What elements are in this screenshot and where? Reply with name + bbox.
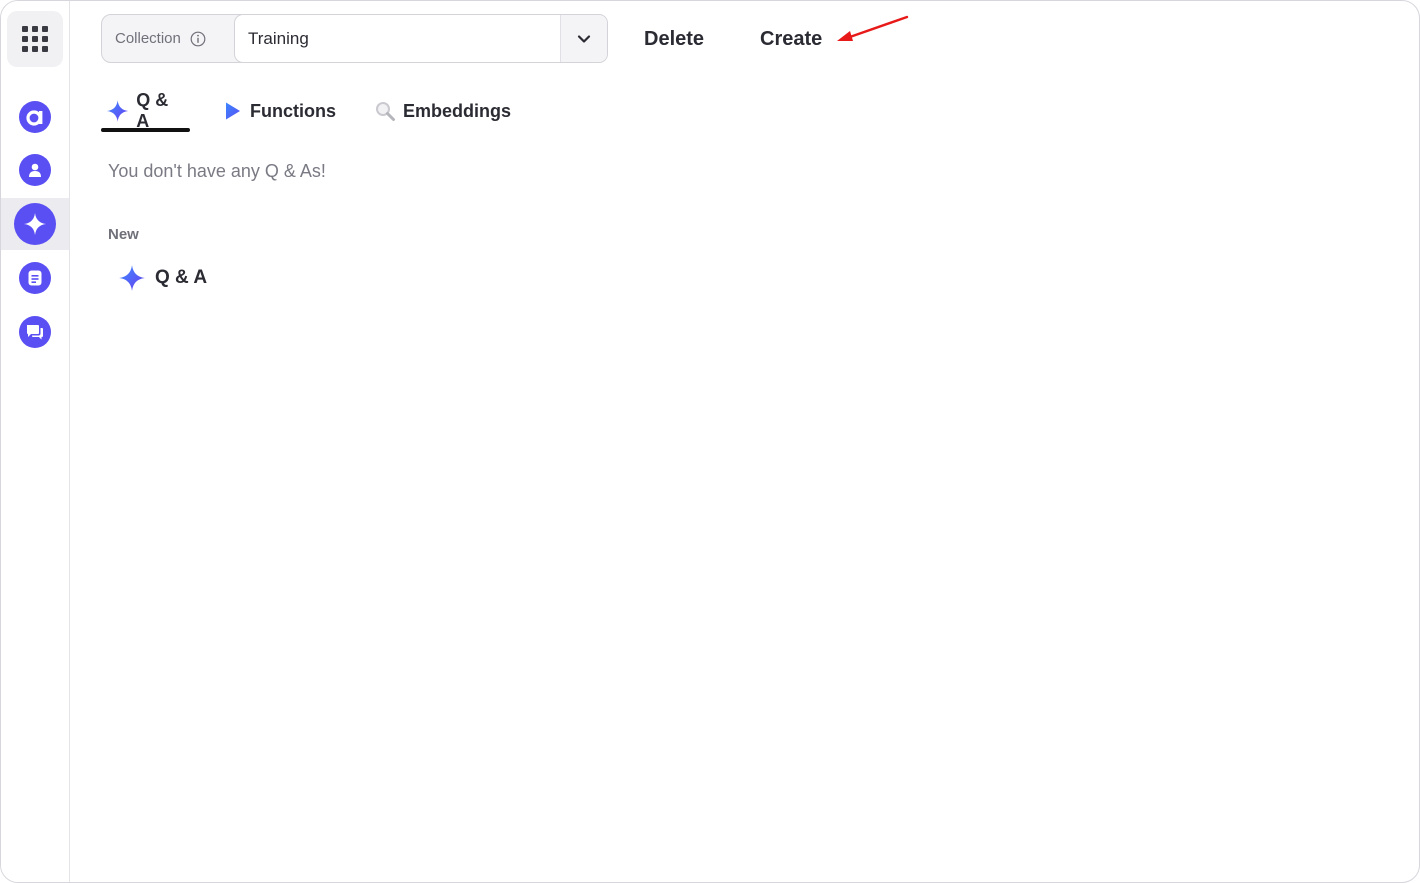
collection-select-value: Training — [248, 28, 309, 48]
red-arrow-annotation — [837, 15, 909, 41]
new-section-label: New — [108, 226, 139, 243]
user-icon — [19, 154, 51, 186]
create-button[interactable]: Create — [760, 25, 822, 53]
app-window: Collection Training Delete Create Q & A … — [0, 0, 1420, 883]
apps-menu-button[interactable] — [7, 11, 63, 67]
sidebar-item-documents[interactable] — [1, 252, 69, 304]
tab-bar: Q & A Functions Embeddings — [101, 90, 511, 132]
new-qa-label: Q & A — [155, 267, 208, 288]
tab-functions-label: Functions — [250, 100, 336, 121]
tab-qa-label: Q & A — [136, 90, 169, 131]
document-icon — [19, 262, 51, 294]
collection-label-area: Collection — [102, 15, 234, 62]
sparkle-icon — [119, 265, 145, 291]
tab-qa[interactable]: Q & A — [101, 90, 190, 132]
magnifier-icon — [376, 102, 395, 121]
collection-select[interactable]: Training — [234, 14, 608, 63]
chevron-down-icon — [577, 34, 591, 43]
collection-label: Collection — [115, 30, 181, 47]
sidebar-item-chat[interactable] — [1, 306, 69, 358]
sparkle-icon — [106, 100, 129, 122]
sidebar-item-qa[interactable] — [1, 198, 69, 250]
delete-button[interactable]: Delete — [644, 25, 704, 53]
collection-selector: Collection Training — [101, 14, 608, 63]
brand-a-icon — [19, 101, 51, 133]
grid-icon — [22, 26, 48, 52]
sidebar-item-brand[interactable] — [1, 91, 69, 143]
tab-embeddings[interactable]: Embeddings — [374, 91, 511, 131]
play-icon — [226, 102, 240, 120]
sparkle-icon — [14, 203, 56, 245]
info-icon[interactable] — [190, 31, 206, 47]
tab-functions[interactable]: Functions — [223, 91, 336, 131]
collection-select-toggle[interactable] — [560, 15, 607, 62]
sidebar — [1, 1, 70, 882]
new-qa-button[interactable]: Q & A — [118, 263, 207, 293]
tab-embeddings-label: Embeddings — [403, 100, 512, 121]
sidebar-item-users[interactable] — [1, 144, 69, 196]
chat-icon — [19, 316, 51, 348]
empty-state-message: You don't have any Q & As! — [108, 161, 326, 181]
